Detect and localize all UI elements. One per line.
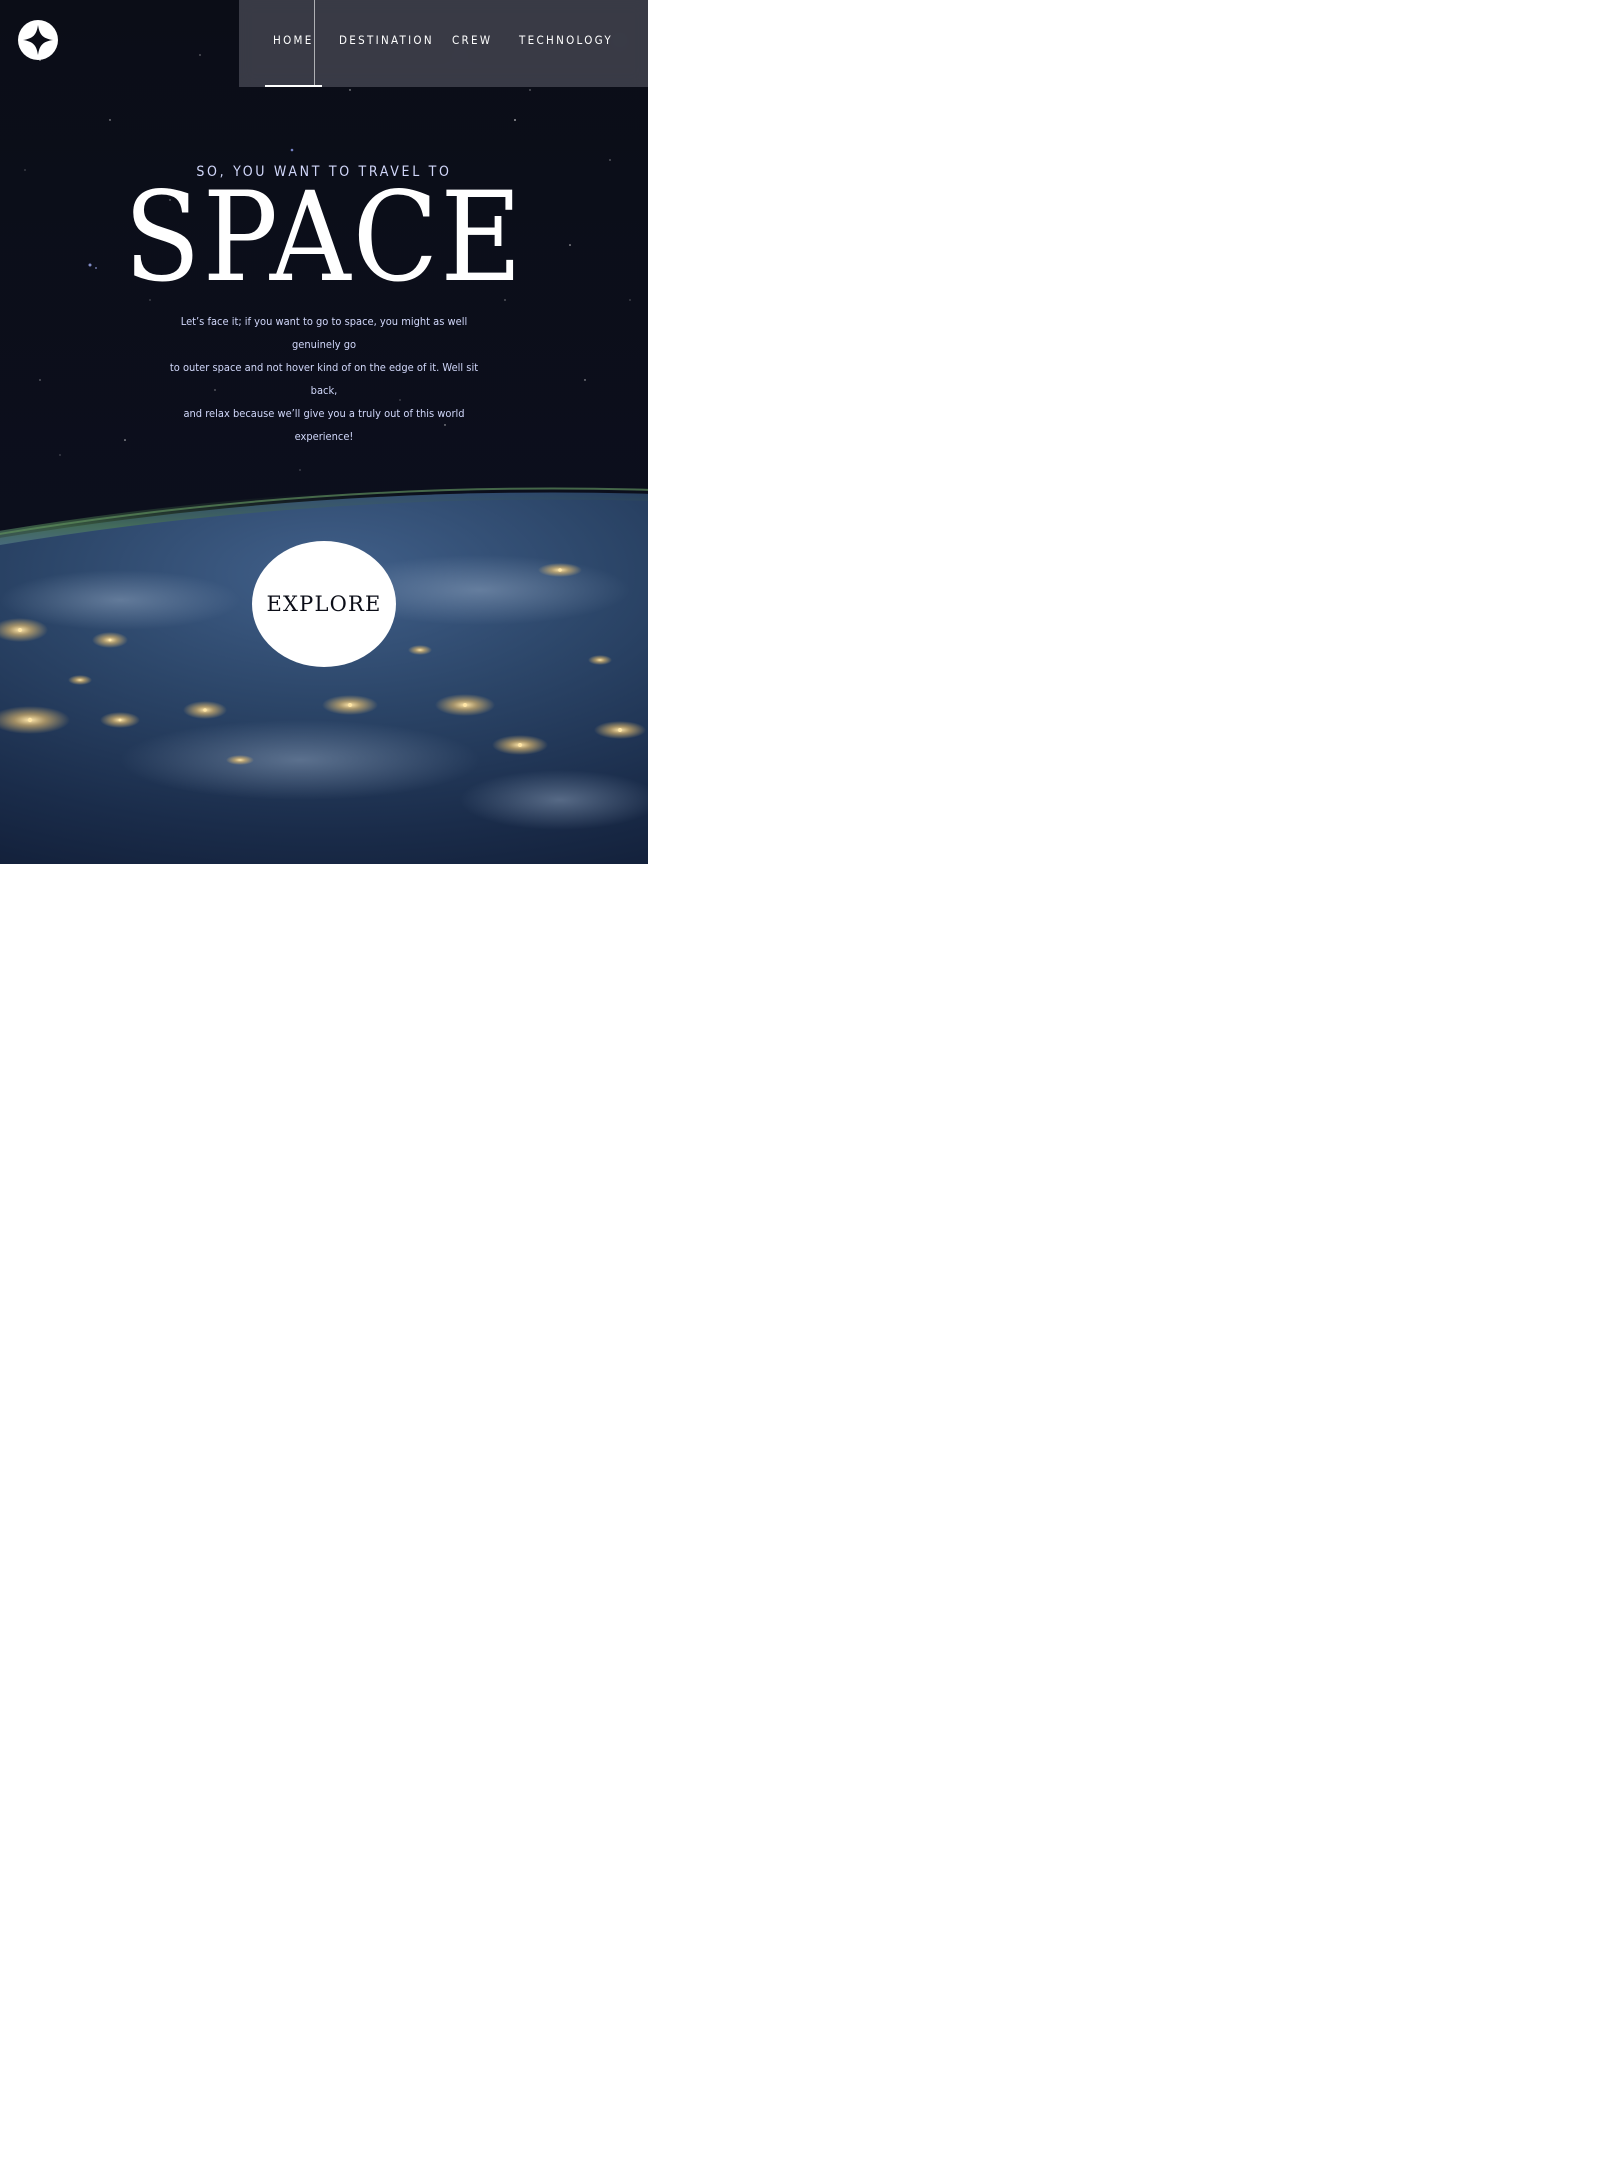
hero-title: SPACE [0,167,648,310]
primary-nav: HOME DESTINATION CREW TECHNOLOGY [239,0,648,87]
nav-item-destination[interactable]: DESTINATION [339,0,434,87]
hero-description: Let’s face it; if you want to go to spac… [164,310,484,448]
nav-divider [314,0,315,87]
hero-description-line: and relax because we’ll give you a truly… [183,407,465,443]
star-logo-icon [23,25,53,55]
hero-title-text: SPACE [123,166,525,310]
explore-button[interactable]: EXPLORE [252,541,396,667]
logo-icon[interactable] [18,20,58,60]
hero-description-line: Let’s face it; if you want to go to spac… [180,315,468,351]
nav-item-crew[interactable]: CREW [452,0,492,87]
nav-item-technology[interactable]: TECHNOLOGY [519,0,613,87]
hero-description-line: to outer space and not hover kind of on … [169,361,479,397]
home-page: HOME DESTINATION CREW TECHNOLOGY SO, YOU… [0,0,648,864]
